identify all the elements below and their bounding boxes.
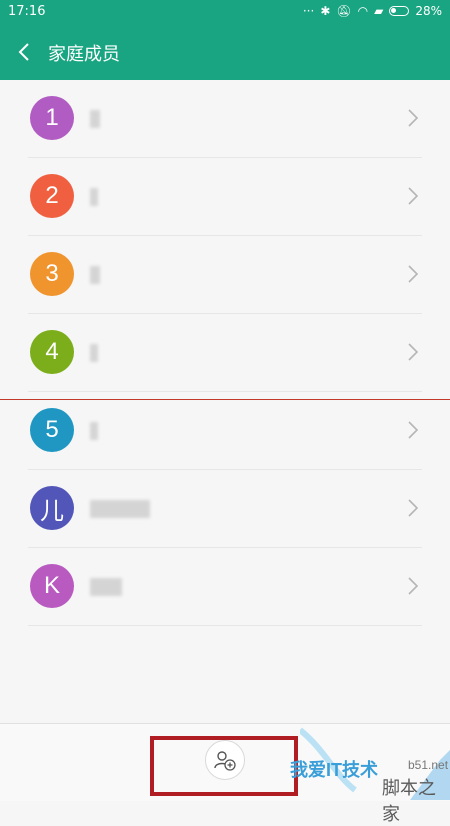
avatar: 2 bbox=[30, 174, 74, 218]
member-row-7[interactable]: K bbox=[28, 548, 422, 626]
signal-icon: ▰ bbox=[374, 4, 384, 18]
status-time: 17:16 bbox=[8, 4, 46, 19]
chevron-left-icon bbox=[18, 43, 29, 61]
chevron-right-icon bbox=[408, 109, 419, 127]
chevron-right-icon bbox=[408, 499, 419, 517]
status-bar: 17:16 ··· ✱ 🔕︎ ◠ ▰ 28% bbox=[0, 0, 450, 24]
member-row-4[interactable]: 4 bbox=[28, 314, 422, 392]
avatar: K bbox=[30, 564, 74, 608]
back-button[interactable] bbox=[10, 36, 38, 68]
watermark-url: b51.net bbox=[408, 758, 449, 772]
watermark-text: 我爱IT技术 bbox=[290, 760, 378, 780]
avatar: 3 bbox=[30, 252, 74, 296]
watermark-site: 脚本之家 bbox=[382, 778, 436, 825]
chevron-right-icon bbox=[408, 577, 419, 595]
avatar: 4 bbox=[30, 330, 74, 374]
status-icons: ··· ✱ 🔕︎ ◠ ▰ 28% bbox=[303, 4, 442, 18]
avatar: 5 bbox=[30, 408, 74, 452]
battery-icon bbox=[389, 6, 410, 16]
chevron-right-icon bbox=[408, 343, 419, 361]
name-redacted bbox=[90, 422, 98, 440]
name-redacted bbox=[90, 188, 98, 206]
bluetooth-icon: ✱ bbox=[320, 4, 331, 18]
name-redacted bbox=[90, 110, 100, 128]
member-row-5[interactable]: 5 bbox=[28, 392, 422, 470]
name-redacted bbox=[90, 578, 122, 596]
mute-icon: 🔕︎ bbox=[336, 4, 352, 18]
chevron-right-icon bbox=[408, 187, 419, 205]
highlight-annotation bbox=[150, 736, 298, 796]
member-row-2[interactable]: 2 bbox=[28, 158, 422, 236]
app-bar: 家庭成员 bbox=[0, 24, 450, 80]
member-row-3[interactable]: 3 bbox=[28, 236, 422, 314]
member-row-1[interactable]: 1 bbox=[28, 80, 422, 158]
avatar: 1 bbox=[30, 96, 74, 140]
name-redacted bbox=[90, 266, 100, 284]
battery-percent: 28% bbox=[415, 4, 442, 18]
name-redacted bbox=[90, 344, 98, 362]
member-row-6[interactable]: 儿 bbox=[28, 470, 422, 548]
page-title: 家庭成员 bbox=[48, 44, 120, 65]
chevron-right-icon bbox=[408, 421, 419, 439]
name-redacted bbox=[90, 500, 150, 518]
chevron-right-icon bbox=[408, 265, 419, 283]
annotation-line bbox=[0, 399, 450, 400]
member-list: 1 2 3 4 5 儿 K bbox=[0, 80, 450, 626]
more-icon: ··· bbox=[302, 4, 315, 18]
wifi-icon: ◠ bbox=[357, 4, 369, 18]
avatar: 儿 bbox=[30, 486, 74, 530]
